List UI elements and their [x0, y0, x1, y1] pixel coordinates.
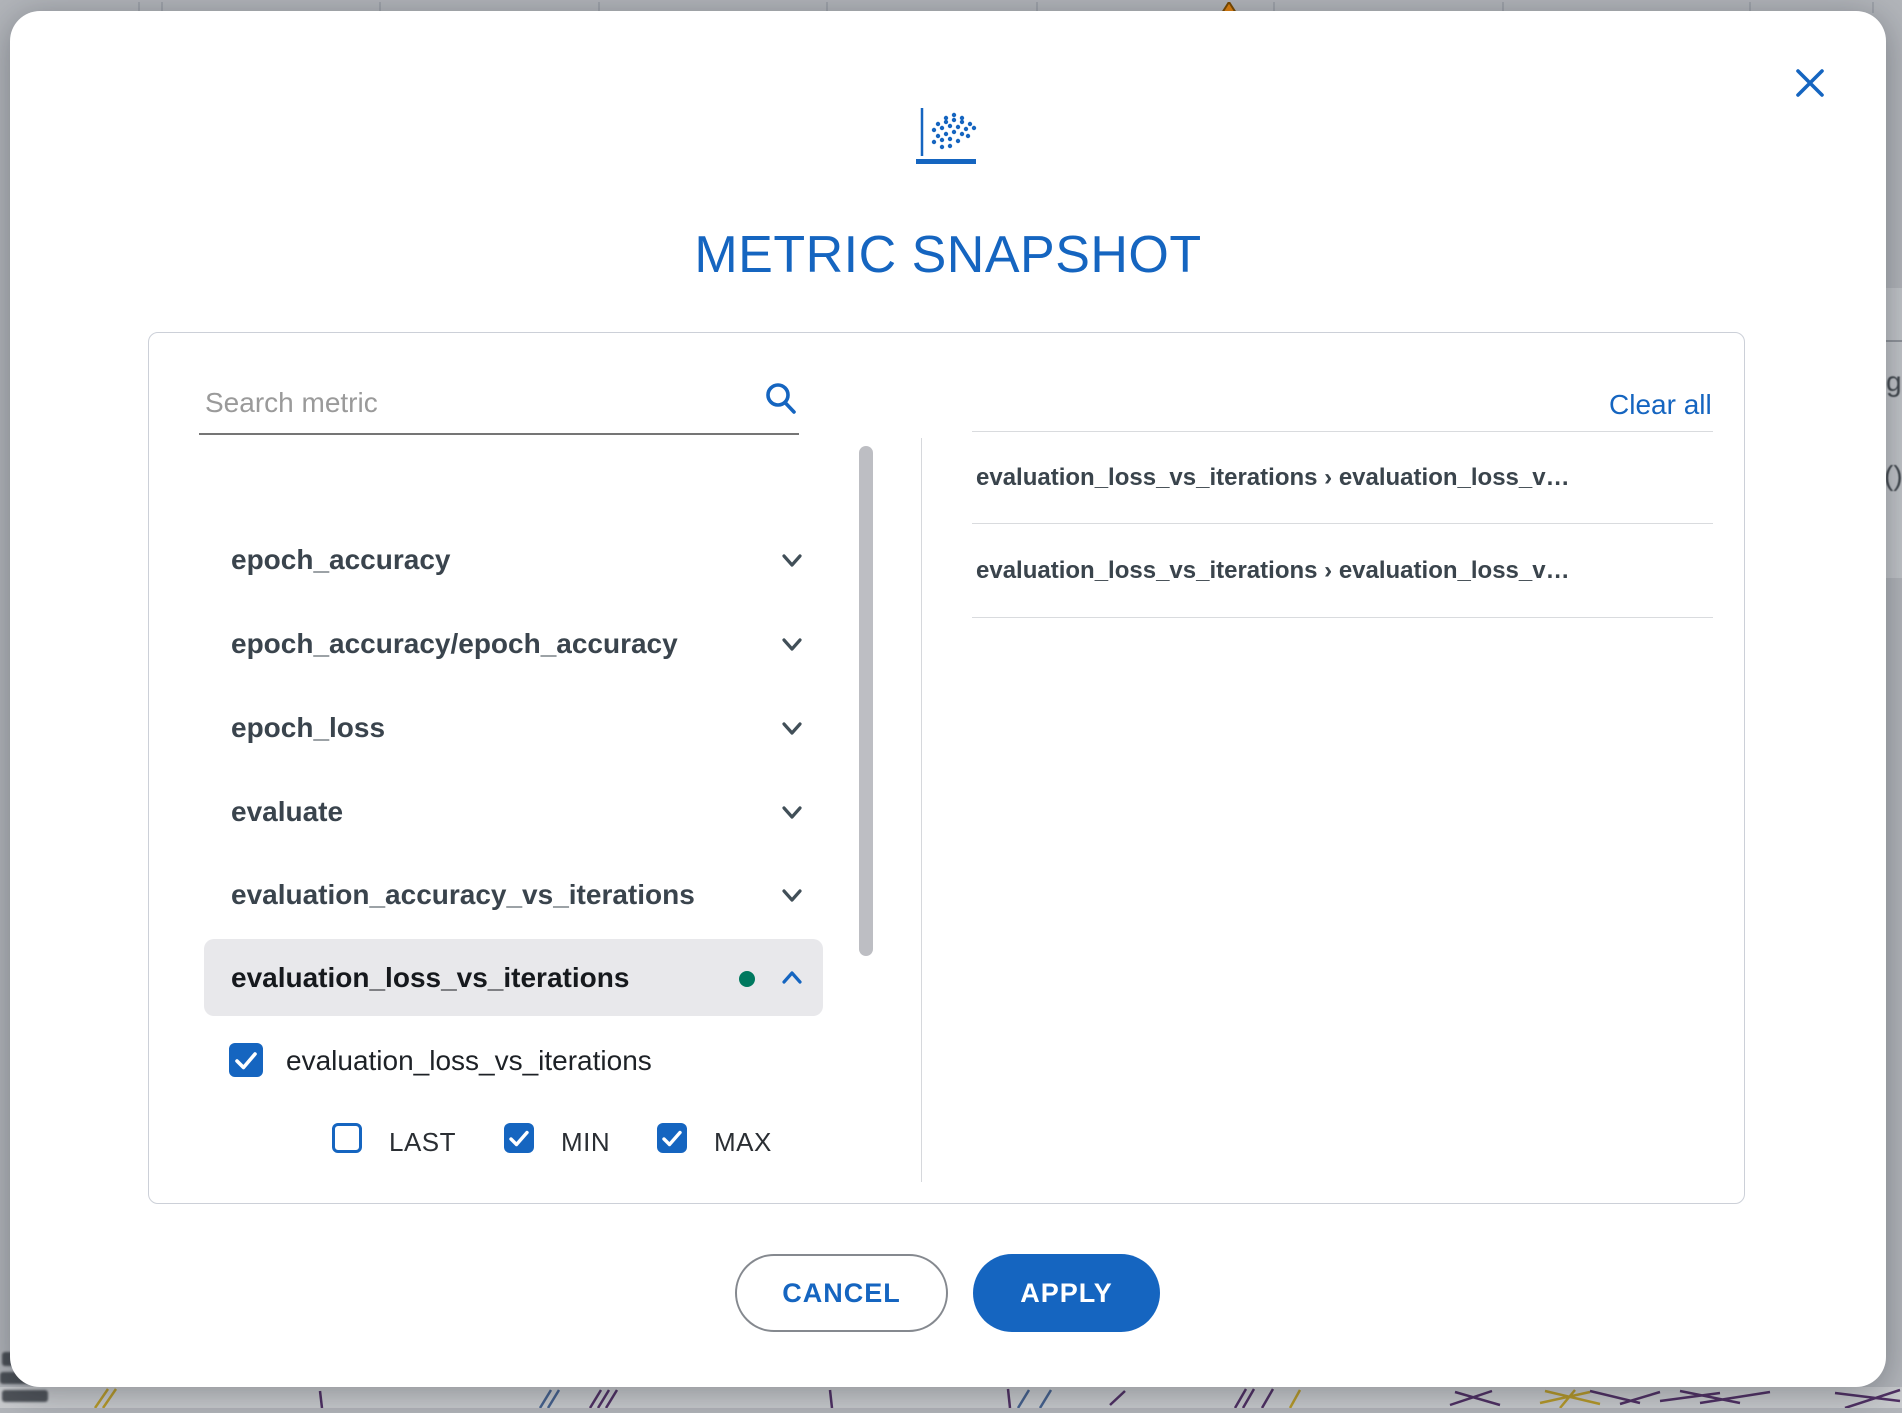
option-label-last: LAST: [389, 1127, 456, 1158]
chevron-down-icon: [776, 796, 808, 828]
variant-checkbox[interactable]: [229, 1043, 263, 1077]
metric-row-epoch-accuracy-epoch-accuracy[interactable]: epoch_accuracy/epoch_accuracy: [204, 605, 823, 682]
selection-indicator-dot: [739, 971, 755, 987]
background-right-strip: [1884, 288, 1902, 578]
metric-picker-panel: epoch_accuracy epoch_accuracy/epoch_accu…: [148, 332, 1745, 1204]
option-label-max: MAX: [714, 1127, 772, 1158]
metric-label: evaluation_accuracy_vs_iterations: [231, 879, 695, 911]
search-icon[interactable]: [761, 379, 801, 419]
chevron-up-icon: [776, 962, 808, 994]
option-checkbox-max[interactable]: [657, 1123, 687, 1153]
background-right-line: [1884, 340, 1902, 342]
metric-row-epoch-accuracy[interactable]: epoch_accuracy: [204, 521, 823, 598]
background-chart-fragments: [0, 1387, 1902, 1408]
scrollbar[interactable]: [859, 446, 873, 956]
apply-button[interactable]: APPLY: [973, 1254, 1160, 1332]
selected-metric-item[interactable]: evaluation_loss_vs_iterations › evaluati…: [972, 523, 1713, 618]
metric-snapshot-dialog: METRIC SNAPSHOT epoch_accuracy epoch_acc…: [10, 11, 1886, 1387]
variant-label: evaluation_loss_vs_iterations: [286, 1045, 652, 1077]
check-icon: [657, 1123, 687, 1153]
metric-snapshot-icon: [916, 106, 980, 168]
option-checkbox-last[interactable]: [332, 1123, 362, 1153]
close-button[interactable]: [1792, 65, 1828, 101]
metric-row-evaluate[interactable]: evaluate: [204, 773, 823, 850]
chevron-down-icon: [776, 628, 808, 660]
metric-row-evaluation-loss-vs-iterations[interactable]: evaluation_loss_vs_iterations: [204, 939, 823, 1016]
selected-metric-item[interactable]: evaluation_loss_vs_iterations › evaluati…: [972, 431, 1713, 524]
metric-row-epoch-loss[interactable]: epoch_loss: [204, 689, 823, 766]
selected-metric-text: evaluation_loss_vs_iterations › evaluati…: [976, 557, 1570, 585]
chevron-down-icon: [776, 544, 808, 576]
background-text-fragment: (): [1884, 462, 1902, 490]
metric-label: epoch_loss: [231, 712, 385, 744]
option-label-min: MIN: [561, 1127, 610, 1158]
check-icon: [229, 1043, 263, 1077]
metric-label: epoch_accuracy/epoch_accuracy: [231, 628, 678, 660]
close-icon: [1792, 65, 1828, 101]
chevron-down-icon: [776, 879, 808, 911]
metric-label: evaluate: [231, 796, 343, 828]
cancel-button[interactable]: CANCEL: [735, 1254, 948, 1332]
metric-row-evaluation-accuracy-vs-iterations[interactable]: evaluation_accuracy_vs_iterations: [204, 856, 823, 933]
column-divider: [921, 438, 922, 1182]
clear-all-button[interactable]: Clear all: [1609, 389, 1712, 421]
metric-label: evaluation_loss_vs_iterations: [231, 962, 629, 994]
background-text-fragment: g: [1886, 368, 1902, 396]
search-input[interactable]: [199, 373, 799, 435]
check-icon: [504, 1123, 534, 1153]
option-checkbox-min[interactable]: [504, 1123, 534, 1153]
chevron-down-icon: [776, 712, 808, 744]
background-top-strip: [0, 0, 1902, 11]
metric-label: epoch_accuracy: [231, 544, 450, 576]
dialog-title: METRIC SNAPSHOT: [10, 225, 1886, 285]
selected-metric-text: evaluation_loss_vs_iterations › evaluati…: [976, 464, 1570, 492]
background-smudge: [2, 1390, 48, 1402]
